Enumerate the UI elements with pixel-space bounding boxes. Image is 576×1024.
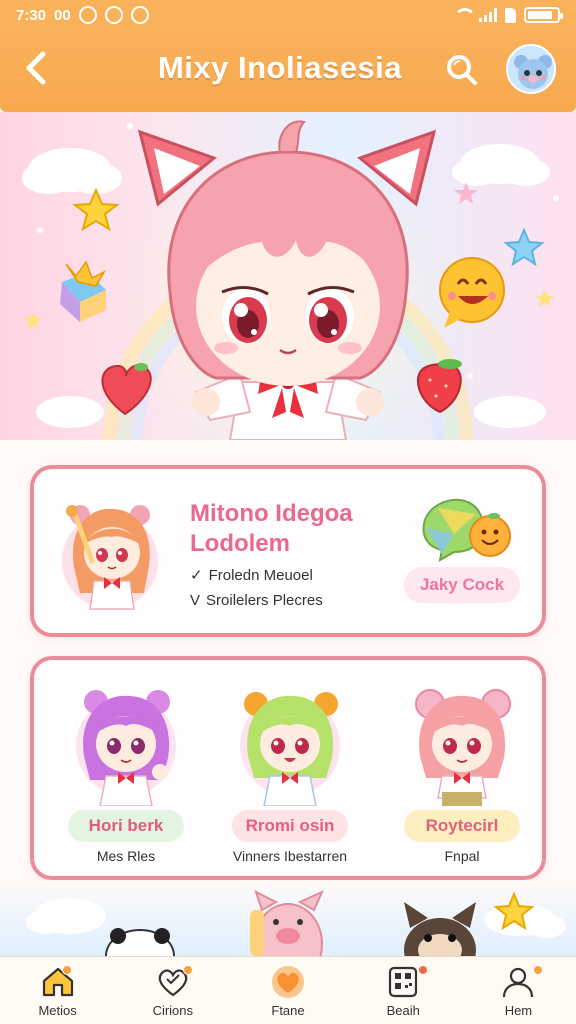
character-subtitle: Vinners Ibestarren	[232, 848, 348, 864]
list-item-text: Froledn Meuoel	[208, 567, 313, 584]
lower-illustration	[0, 880, 576, 956]
search-icon	[447, 55, 477, 85]
green-girl-avatar-icon	[240, 692, 340, 806]
purple-girl-avatar-icon	[76, 690, 176, 806]
mascots-illustration	[26, 890, 566, 956]
tab-label: Ftane	[271, 1003, 305, 1018]
chevron-left-icon	[26, 51, 46, 85]
girl-avatar-icon	[62, 505, 158, 610]
notification-dot	[183, 965, 194, 975]
tab-love[interactable]: Ftane	[230, 957, 345, 1024]
feature-icon	[414, 494, 516, 562]
status-left: 7:30 00	[16, 6, 149, 24]
tab-favorites[interactable]: Cirions	[115, 957, 230, 1024]
character-card[interactable]: Rromi osin Vinners Ibestarren	[212, 680, 368, 870]
feature-avatar	[60, 497, 160, 617]
tab-home[interactable]: Metios	[0, 957, 115, 1024]
tab-scan[interactable]: Beaih	[346, 957, 461, 1024]
status-time: 7:30	[16, 6, 47, 24]
battery-level	[528, 11, 552, 19]
character-badge[interactable]: Rromi osin	[232, 810, 348, 842]
avatar[interactable]	[506, 44, 556, 94]
status-right	[453, 7, 563, 23]
panda-icon	[105, 928, 175, 956]
feature-title-line1: Mitono Idegoa	[190, 500, 353, 527]
notification-dot	[417, 965, 428, 975]
list-item: V Sroilelers Plecres	[190, 588, 323, 613]
tab-profile[interactable]: Hem	[461, 957, 576, 1024]
gift-icon	[60, 260, 106, 322]
chat-bubble-icon	[422, 498, 511, 562]
feature-badge[interactable]: Jaky Cock	[404, 567, 520, 603]
status-bar: 7:30 00	[0, 0, 576, 30]
pig-mascot-icon	[250, 890, 324, 956]
status-number: 00	[54, 6, 71, 24]
bottom-nav: Metios Cirions Ftane Beaih Hem	[0, 956, 576, 1024]
notification-icon	[104, 6, 123, 24]
tab-label: Cirions	[152, 1003, 194, 1018]
tab-label: Metios	[38, 1003, 77, 1018]
hero-banner	[0, 112, 576, 440]
feature-title: Mitono Idegoa Lodolem	[190, 499, 410, 559]
dog-mascot-icon	[404, 902, 476, 956]
notification-dot	[62, 965, 72, 975]
list-item: ✓ Froledn Meuoel	[190, 563, 323, 588]
notification-icon	[78, 6, 97, 24]
feature-card[interactable]: Mitono Idegoa Lodolem ✓ Froledn Meuoel V…	[30, 465, 546, 637]
check-icon: V	[190, 592, 201, 609]
notification-dot	[532, 965, 543, 975]
notification-icon	[130, 6, 149, 24]
check-icon: ✓	[190, 567, 203, 584]
tab-label: Beaih	[386, 1003, 420, 1018]
search-button[interactable]	[444, 52, 480, 88]
heart-filled-icon	[272, 966, 304, 998]
character-card[interactable]: Roytecirl Fnpal	[384, 680, 540, 870]
hero-illustration	[22, 120, 559, 440]
wifi-icon	[453, 8, 476, 22]
feature-title-line2: Lodolem	[190, 530, 290, 557]
list-item-text: Sroilelers Plecres	[206, 592, 323, 609]
character-badge[interactable]: Roytecirl	[404, 810, 520, 842]
feature-list: ✓ Froledn Meuoel V Sroilelers Plecres	[190, 563, 323, 613]
character-subtitle: Fnpal	[444, 848, 480, 864]
emoji-bubble-icon	[439, 257, 505, 328]
bear-avatar-icon	[508, 46, 554, 92]
app-bar: Mixy Inoliasesia	[0, 30, 576, 112]
pink-girl-avatar-icon	[415, 689, 511, 806]
page-title: Mixy Inoliasesia	[157, 50, 403, 85]
profile-icon	[503, 967, 534, 998]
character-badge[interactable]: Hori berk	[68, 810, 184, 842]
qr-scan-icon	[389, 966, 418, 998]
characters-card: Hori berk Mes Rles Rromi osin Vinners Ib…	[30, 656, 546, 880]
sim-icon	[505, 7, 516, 23]
tab-label: Hem	[504, 1003, 533, 1018]
signal-icon	[479, 8, 497, 22]
character-card[interactable]: Hori berk Mes Rles	[48, 680, 204, 870]
back-button[interactable]	[20, 48, 52, 88]
battery-icon	[524, 7, 563, 23]
